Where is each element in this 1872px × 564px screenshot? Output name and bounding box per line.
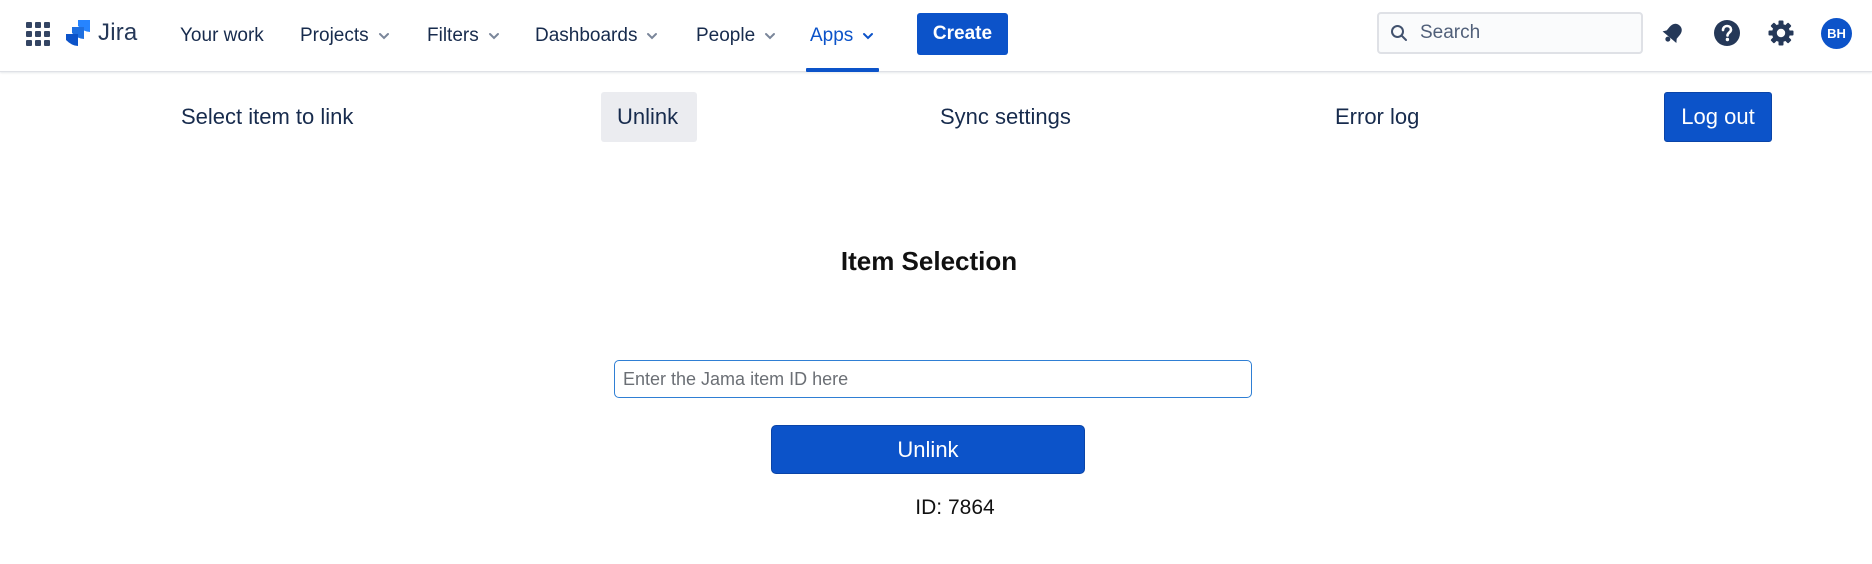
- search-box[interactable]: [1377, 12, 1643, 54]
- search-icon: [1391, 25, 1407, 41]
- jama-item-id-input[interactable]: [614, 360, 1252, 398]
- search-input[interactable]: [1418, 21, 1628, 45]
- chevron-down-icon: [863, 33, 874, 40]
- nav-filters[interactable]: Filters: [427, 0, 501, 72]
- nav-label: People: [696, 25, 756, 46]
- page-title: Item Selection: [840, 246, 1018, 276]
- top-navigation-bar: Jira Your work Projects Filters Dashboar…: [0, 0, 1872, 72]
- help-icon[interactable]: [1712, 18, 1742, 48]
- create-button[interactable]: Create: [917, 13, 1008, 55]
- chevron-down-icon: [488, 33, 499, 40]
- chevron-down-icon: [765, 33, 776, 40]
- submenu-select-item-to-link[interactable]: Select item to link: [181, 92, 353, 142]
- avatar[interactable]: BH: [1821, 18, 1852, 49]
- nav-apps[interactable]: Apps: [805, 0, 880, 72]
- notifications-icon[interactable]: [1658, 18, 1688, 48]
- submenu-error-log[interactable]: Error log: [1335, 92, 1419, 142]
- nav-label: Apps: [810, 25, 854, 46]
- log-out-button[interactable]: Log out: [1664, 92, 1772, 142]
- nav-projects[interactable]: Projects: [300, 0, 391, 72]
- nav-label: Projects: [300, 25, 369, 46]
- submenu-label: Error log: [1335, 104, 1420, 129]
- submenu-label: Unlink: [617, 104, 679, 129]
- submenu-sync-settings[interactable]: Sync settings: [940, 92, 1071, 142]
- unlink-button[interactable]: Unlink: [771, 425, 1085, 474]
- chevron-down-icon: [647, 33, 658, 40]
- submenu-label: Select item to link: [181, 104, 354, 129]
- nav-people[interactable]: People: [696, 0, 777, 72]
- settings-icon[interactable]: [1766, 18, 1796, 48]
- nav-label: Filters: [427, 25, 479, 46]
- product-name: Jira: [98, 19, 138, 46]
- nav-your-work[interactable]: Your work: [180, 0, 264, 72]
- chevron-down-icon: [378, 33, 389, 40]
- jira-logo-icon: [66, 20, 90, 46]
- nav-dashboards[interactable]: Dashboards: [535, 0, 659, 72]
- jira-logo[interactable]: Jira: [66, 19, 137, 47]
- app-switcher-icon[interactable]: [26, 22, 50, 46]
- submenu-label: Sync settings: [940, 104, 1071, 129]
- item-id-text: ID: 7864: [915, 496, 995, 519]
- nav-label: Dashboards: [535, 25, 638, 46]
- nav-label: Your work: [180, 25, 264, 46]
- submenu-unlink[interactable]: Unlink: [601, 92, 697, 142]
